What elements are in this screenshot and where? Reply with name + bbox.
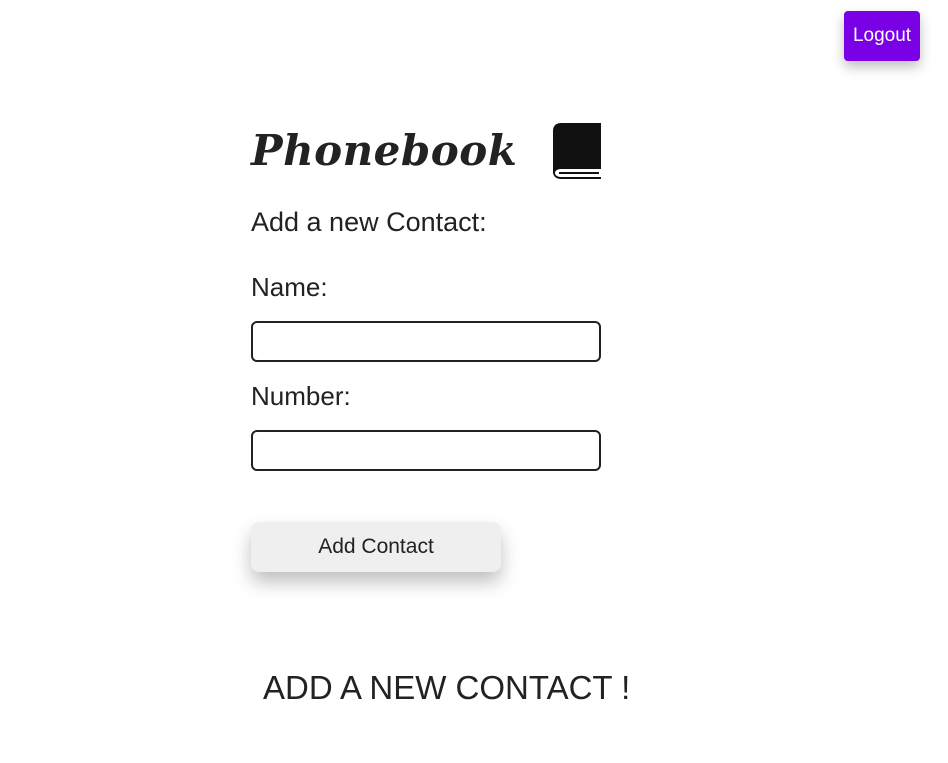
book-icon — [553, 123, 603, 179]
logout-button[interactable]: Logout — [844, 11, 920, 61]
empty-contacts-message: ADD A NEW CONTACT ! — [263, 669, 631, 706]
page-title: Phonebook — [251, 126, 518, 175]
number-label: Number: — [251, 381, 351, 411]
name-label: Name: — [251, 272, 328, 302]
name-input[interactable] — [251, 321, 601, 362]
header-bar: Logout — [0, 0, 930, 80]
form-subtitle: Add a new Contact: — [251, 207, 487, 237]
main-content: Phonebook Add a new Contact: Name: Numbe… — [251, 118, 671, 572]
number-input[interactable] — [251, 430, 601, 471]
add-contact-button[interactable]: Add Contact — [251, 522, 501, 572]
title-row: Phonebook — [251, 118, 671, 184]
add-contact-form: Name: Number: Add Contact — [251, 272, 671, 572]
